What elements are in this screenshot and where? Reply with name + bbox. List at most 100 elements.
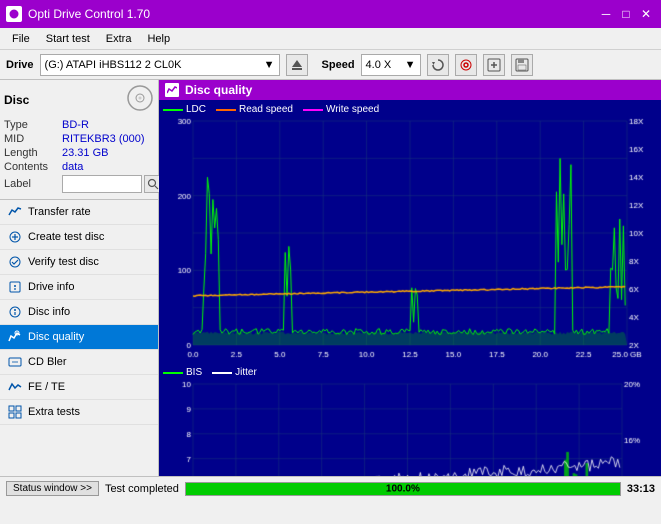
nav-cd-bler-label: CD Bler bbox=[28, 356, 67, 368]
disc-title: Disc bbox=[4, 93, 29, 107]
fe-te-icon bbox=[8, 380, 22, 394]
test-button[interactable] bbox=[483, 54, 505, 76]
settings-button[interactable] bbox=[455, 54, 477, 76]
disc-label-label: Label bbox=[4, 178, 62, 190]
sidebar-item-disc-info[interactable]: Disc info bbox=[0, 300, 158, 325]
top-chart-container: LDC Read speed Write speed bbox=[163, 104, 657, 361]
bis-legend-item: BIS bbox=[163, 367, 202, 378]
disc-mid-row: MID RITEKBR3 (000) bbox=[4, 133, 154, 145]
statusbar: Status window >> Test completed 100.0% 3… bbox=[0, 476, 661, 500]
jitter-legend-item: Jitter bbox=[212, 367, 257, 378]
extra-tests-icon bbox=[8, 405, 22, 419]
disc-contents-label: Contents bbox=[4, 161, 62, 173]
verify-icon bbox=[8, 255, 22, 269]
create-test-icon bbox=[8, 230, 22, 244]
read-legend-label: Read speed bbox=[239, 104, 293, 115]
speed-value: 4.0 X bbox=[366, 59, 405, 71]
disc-mid-value: RITEKBR3 (000) bbox=[62, 133, 145, 145]
disc-type-value: BD-R bbox=[62, 119, 89, 131]
sidebar-item-drive-info[interactable]: Drive info bbox=[0, 275, 158, 300]
drive-label: Drive bbox=[6, 59, 34, 71]
sidebar-item-create-test-disc[interactable]: Create test disc bbox=[0, 225, 158, 250]
disc-header: Disc bbox=[4, 84, 154, 115]
disc-contents-row: Contents data bbox=[4, 161, 154, 173]
drive-info-icon bbox=[8, 280, 22, 294]
read-legend-color bbox=[216, 109, 236, 111]
nav-extra-tests-label: Extra tests bbox=[28, 406, 80, 418]
sidebar-nav: Transfer rate Create test disc Verify te… bbox=[0, 200, 158, 476]
nav-drive-info-label: Drive info bbox=[28, 281, 74, 293]
sidebar-item-fe-te[interactable]: FE / TE bbox=[0, 375, 158, 400]
disc-section: Disc Type BD-R MID RITEKBR3 (000) Length… bbox=[0, 80, 158, 200]
disc-quality-header-icon bbox=[165, 83, 179, 97]
nav-fe-te-label: FE / TE bbox=[28, 381, 65, 393]
write-legend-label: Write speed bbox=[326, 104, 379, 115]
disc-length-row: Length 23.31 GB bbox=[4, 147, 154, 159]
titlebar: Opti Drive Control 1.70 ─ □ ✕ bbox=[0, 0, 661, 28]
menubar: File Start test Extra Help bbox=[0, 28, 661, 50]
bottom-chart-canvas bbox=[163, 380, 657, 476]
menu-extra[interactable]: Extra bbox=[98, 31, 140, 47]
bottom-chart-container: BIS Jitter bbox=[163, 367, 657, 476]
refresh-button[interactable] bbox=[427, 54, 449, 76]
disc-contents-value: data bbox=[62, 161, 83, 173]
jitter-legend-label: Jitter bbox=[235, 367, 257, 378]
disc-type-label: Type bbox=[4, 119, 62, 131]
sidebar-item-cd-bler[interactable]: CD Bler bbox=[0, 350, 158, 375]
disc-length-value: 23.31 GB bbox=[62, 147, 108, 159]
disc-quality-icon bbox=[8, 330, 22, 344]
sidebar: Disc Type BD-R MID RITEKBR3 (000) Length… bbox=[0, 80, 159, 476]
nav-verify-label: Verify test disc bbox=[28, 256, 99, 268]
maximize-button[interactable]: □ bbox=[617, 5, 635, 23]
chart-area: LDC Read speed Write speed bbox=[159, 100, 661, 476]
write-speed-legend-item: Write speed bbox=[303, 104, 379, 115]
disc-image-icon bbox=[126, 84, 154, 115]
titlebar-left: Opti Drive Control 1.70 bbox=[6, 6, 150, 22]
window-controls: ─ □ ✕ bbox=[597, 5, 655, 23]
bis-legend-label: BIS bbox=[186, 367, 202, 378]
bis-legend-color bbox=[163, 372, 183, 374]
sidebar-item-extra-tests[interactable]: Extra tests bbox=[0, 400, 158, 425]
bottom-legend: BIS Jitter bbox=[163, 367, 657, 378]
disc-type-row: Type BD-R bbox=[4, 119, 154, 131]
menu-start-test[interactable]: Start test bbox=[38, 31, 98, 47]
eject-button[interactable] bbox=[286, 54, 308, 76]
menu-file[interactable]: File bbox=[4, 31, 38, 47]
progress-bar-container: 100.0% bbox=[185, 482, 621, 496]
nav-transfer-rate-label: Transfer rate bbox=[28, 206, 91, 218]
top-chart-canvas bbox=[163, 117, 657, 361]
cd-bler-icon bbox=[8, 355, 22, 369]
read-speed-legend-item: Read speed bbox=[216, 104, 293, 115]
disc-info-icon bbox=[8, 305, 22, 319]
label-input[interactable] bbox=[62, 175, 142, 193]
progress-text: 100.0% bbox=[386, 483, 420, 494]
sidebar-item-transfer-rate[interactable]: Transfer rate bbox=[0, 200, 158, 225]
drive-dropdown-icon: ▼ bbox=[264, 59, 275, 71]
disc-label-row: Label bbox=[4, 175, 154, 193]
nav-create-test-label: Create test disc bbox=[28, 231, 104, 243]
ldc-legend-item: LDC bbox=[163, 104, 206, 115]
sidebar-item-disc-quality[interactable]: Disc quality bbox=[0, 325, 158, 350]
ldc-legend-label: LDC bbox=[186, 104, 206, 115]
status-window-button[interactable]: Status window >> bbox=[6, 481, 99, 496]
ldc-legend-color bbox=[163, 109, 183, 111]
save-button[interactable] bbox=[511, 54, 533, 76]
minimize-button[interactable]: ─ bbox=[597, 5, 615, 23]
top-legend: LDC Read speed Write speed bbox=[163, 104, 657, 115]
nav-disc-info-label: Disc info bbox=[28, 306, 70, 318]
write-legend-color bbox=[303, 109, 323, 111]
close-button[interactable]: ✕ bbox=[637, 5, 655, 23]
status-time: 33:13 bbox=[627, 483, 655, 495]
disc-quality-title: Disc quality bbox=[185, 83, 252, 97]
app-title: Opti Drive Control 1.70 bbox=[28, 7, 150, 21]
menu-help[interactable]: Help bbox=[139, 31, 178, 47]
status-text: Test completed bbox=[105, 483, 179, 495]
content-area: Disc quality LDC Read speed Wri bbox=[159, 80, 661, 476]
jitter-legend-color bbox=[212, 372, 232, 374]
drive-select[interactable]: (G:) ATAPI iHBS112 2 CL0K ▼ bbox=[40, 54, 280, 76]
speed-select[interactable]: 4.0 X ▼ bbox=[361, 54, 421, 76]
sidebar-item-verify-test-disc[interactable]: Verify test disc bbox=[0, 250, 158, 275]
label-input-area bbox=[62, 175, 162, 193]
disc-quality-header: Disc quality bbox=[159, 80, 661, 100]
nav-disc-quality-label: Disc quality bbox=[28, 331, 84, 343]
